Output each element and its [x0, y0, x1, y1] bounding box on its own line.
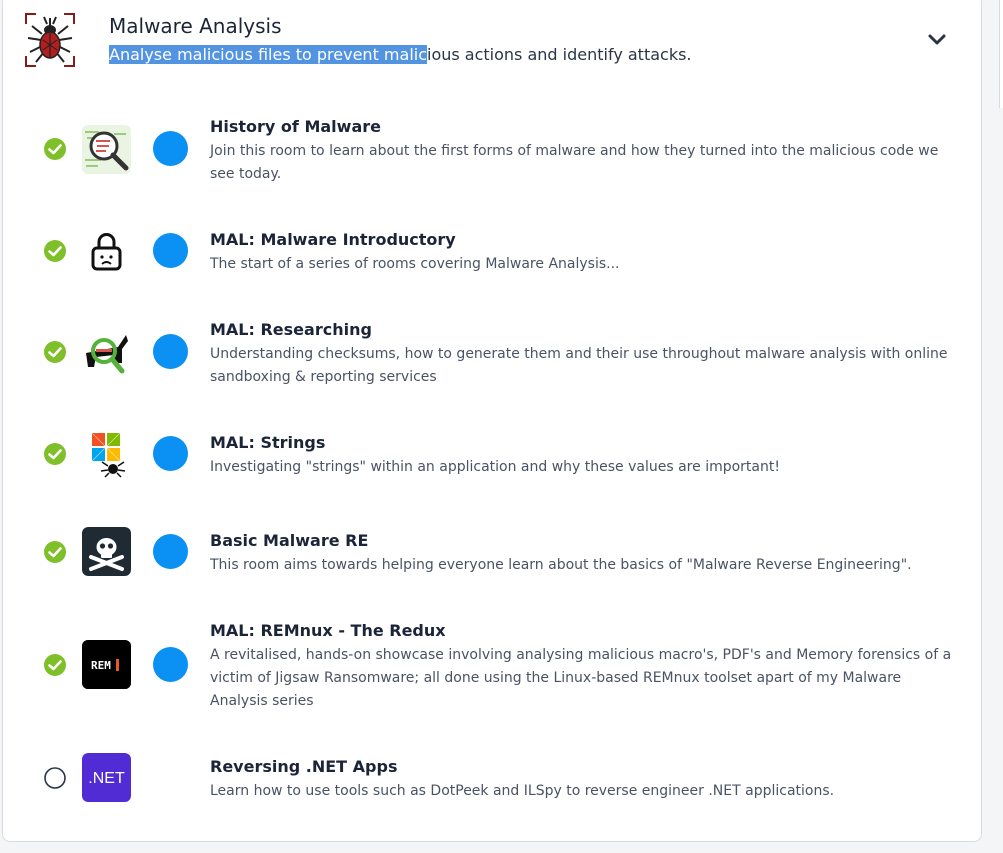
module-description: Analyse malicious files to prevent malic…	[109, 45, 692, 64]
room-description: Understanding checksums, how to generate…	[210, 346, 948, 385]
room-status-dot	[153, 534, 188, 569]
room-description: Learn how to use tools such as DotPeek a…	[210, 783, 835, 799]
check-circle-icon	[43, 340, 67, 364]
check-circle-icon	[43, 239, 67, 263]
room-title[interactable]: MAL: Malware Introductory	[210, 230, 456, 249]
selected-text: Analyse malicious files to prevent malic	[109, 45, 427, 64]
check-circle-icon	[43, 653, 67, 677]
description-rest: ious actions and identify attacks.	[427, 45, 692, 64]
room-description: This room aims towards helping everyone …	[210, 557, 912, 573]
spider-bug-icon	[24, 12, 76, 68]
check-circle-icon	[43, 442, 67, 466]
padlock-icon	[82, 226, 131, 275]
check-circle-icon	[43, 540, 67, 564]
room-title[interactable]: MAL: Researching	[210, 320, 372, 339]
check-circle-icon	[43, 137, 67, 161]
room-title[interactable]: MAL: Strings	[210, 433, 325, 452]
room-description: Investigating "strings" within an applic…	[210, 459, 780, 475]
room-status-dot	[153, 233, 188, 268]
remnux-icon: REM	[82, 640, 131, 689]
room-description: The start of a series of rooms covering …	[210, 256, 620, 272]
room-title[interactable]: Basic Malware RE	[210, 531, 368, 550]
research-horse-icon	[82, 327, 131, 376]
magnifier-code-icon	[82, 125, 131, 174]
module-title: Malware Analysis	[109, 14, 282, 38]
chevron-down-icon[interactable]	[925, 28, 949, 52]
room-status-dot	[153, 436, 188, 471]
room-description: Join this room to learn about the first …	[210, 143, 939, 182]
room-title[interactable]: Reversing .NET Apps	[210, 757, 397, 776]
module-card	[2, 0, 982, 842]
windows-spider-icon	[82, 429, 131, 478]
skull-crossbones-icon	[82, 527, 131, 576]
room-title[interactable]: MAL: REMnux - The Redux	[210, 621, 446, 640]
dotnet-logo-text: .NET	[88, 770, 125, 787]
room-status-dot	[153, 131, 188, 166]
room-status-dot	[153, 647, 188, 682]
room-status-dot	[153, 334, 188, 369]
remnux-logo-text: REM	[91, 659, 111, 672]
adjacent-panel-edge	[999, 0, 1003, 108]
empty-circle-icon	[43, 766, 67, 790]
room-title[interactable]: History of Malware	[210, 117, 381, 136]
room-description: A revitalised, hands-on showcase involvi…	[210, 647, 952, 709]
dotnet-icon: .NET	[82, 753, 131, 802]
